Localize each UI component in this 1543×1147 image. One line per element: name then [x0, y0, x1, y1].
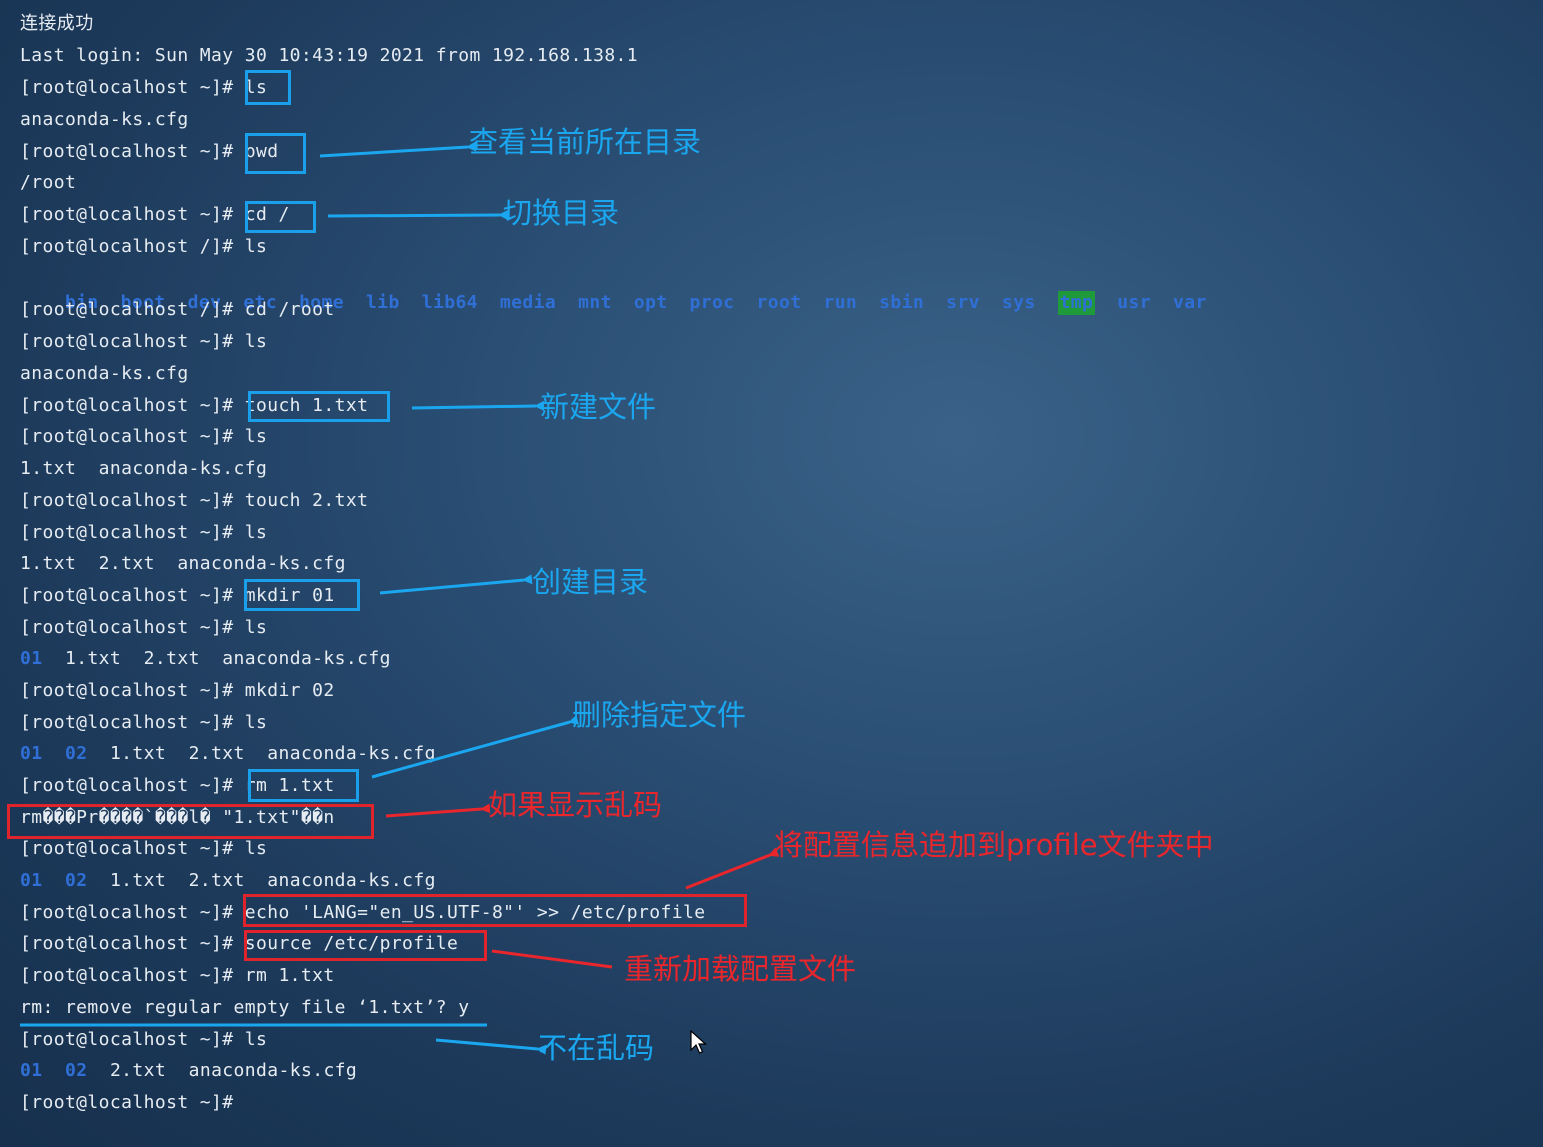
- arrow-pwd: [319, 141, 477, 158]
- annotation-echo: 将配置信息追加到profile文件夹中: [774, 828, 1214, 862]
- arrow-garbled: [385, 803, 491, 818]
- arrow-source: [491, 949, 613, 969]
- arrow-fixed: [435, 1038, 547, 1055]
- arrow-cd: [327, 209, 509, 220]
- annotation-touch: 新建文件: [540, 390, 657, 424]
- annotation-source: 重新加载配置文件: [624, 952, 857, 986]
- annotation-fixed: 不在乱码: [538, 1031, 655, 1065]
- annotation-garbled: 如果显示乱码: [488, 788, 663, 822]
- arrow-mkdir: [379, 574, 533, 595]
- arrow-echo: [685, 847, 780, 890]
- annotation-rm: 删除指定文件: [572, 698, 747, 732]
- annotation-mkdir: 创建目录: [532, 565, 649, 599]
- annotation-pwd: 查看当前所在目录: [469, 125, 702, 159]
- mouse-pointer-icon: [690, 1030, 708, 1054]
- arrow-rm: [371, 715, 580, 779]
- arrow-touch: [411, 400, 545, 411]
- annotation-cd: 切换目录: [503, 196, 620, 230]
